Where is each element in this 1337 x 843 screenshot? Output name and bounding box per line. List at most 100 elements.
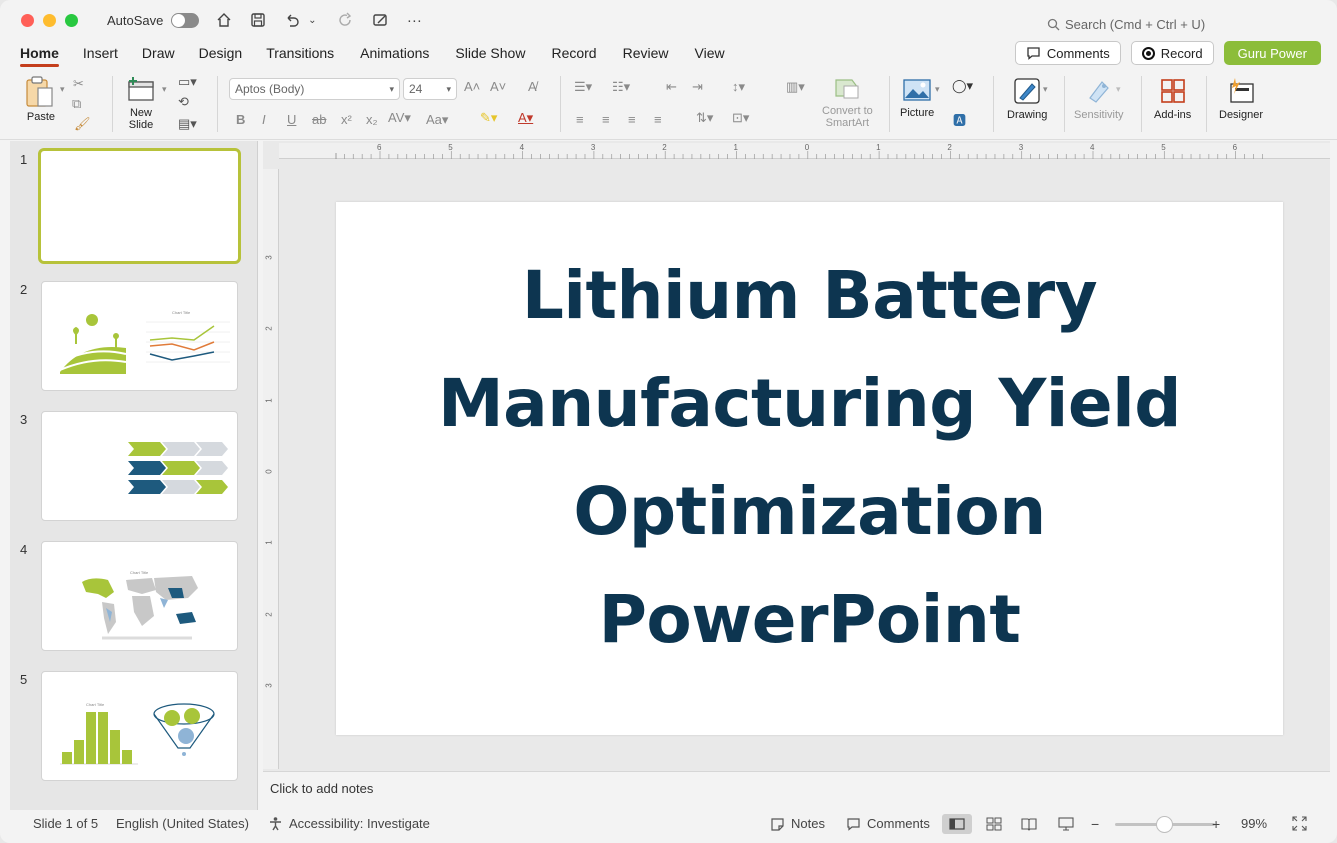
fit-to-window-icon[interactable] xyxy=(1292,816,1307,831)
tab-record[interactable]: Record xyxy=(551,45,596,61)
text-direction-icon[interactable]: ⇅▾ xyxy=(696,110,713,126)
slide-thumbnail-2[interactable]: Chart Title xyxy=(41,281,238,391)
picture-dropdown-icon[interactable]: ▾ xyxy=(935,84,940,95)
close-window-button[interactable] xyxy=(21,13,34,27)
guru-power-button[interactable]: Guru Power xyxy=(1223,41,1321,65)
drawing-dropdown-icon[interactable]: ▾ xyxy=(1043,84,1048,95)
zoom-window-button[interactable] xyxy=(65,13,78,27)
increase-indent-icon[interactable]: ⇥ xyxy=(692,79,703,95)
tab-view[interactable]: View xyxy=(695,45,725,61)
shapes-icon[interactable]: ◯▾ xyxy=(952,78,973,94)
highlight-icon[interactable]: ✎▾ xyxy=(480,110,497,126)
shrink-font-icon[interactable]: A˅ xyxy=(490,79,506,94)
copy-icon[interactable]: ⧉ xyxy=(72,96,81,112)
grow-font-icon[interactable]: A˄ xyxy=(464,79,480,94)
change-case-icon[interactable]: Aa▾ xyxy=(426,112,448,128)
addins-button[interactable]: Add-ins xyxy=(1154,76,1191,121)
decrease-indent-icon[interactable]: ⇤ xyxy=(666,79,677,95)
slide-thumbnail-5[interactable]: Chart Title xyxy=(41,671,238,781)
align-text-icon[interactable]: ⊡▾ xyxy=(732,110,749,126)
accessibility-button[interactable]: Accessibility: Investigate xyxy=(268,816,430,831)
zoom-in-icon[interactable]: + xyxy=(1212,816,1220,832)
notes-pane[interactable]: Click to add notes xyxy=(263,771,1330,809)
title-line: Optimization xyxy=(573,473,1046,550)
tab-review[interactable]: Review xyxy=(623,45,669,61)
bold-icon[interactable]: B xyxy=(236,112,245,127)
slide-thumbnail-4[interactable]: Chart Title xyxy=(41,541,238,651)
notes-icon xyxy=(771,817,784,831)
font-size-select[interactable]: 24 ▾ xyxy=(403,78,457,100)
slide-thumbnail-1[interactable] xyxy=(38,148,241,264)
slide-sorter-button[interactable] xyxy=(979,814,1009,834)
tab-design[interactable]: Design xyxy=(199,45,243,61)
slide-canvas[interactable]: Lithium Battery Manufacturing Yield Opti… xyxy=(336,202,1283,735)
zoom-slider-handle[interactable] xyxy=(1156,816,1173,833)
layout-icon[interactable]: ▭▾ xyxy=(178,74,197,90)
line-spacing-icon[interactable]: ↕▾ xyxy=(732,79,745,95)
subscript-icon[interactable]: x₂ xyxy=(366,112,378,127)
sensitivity-dropdown-icon[interactable]: ▾ xyxy=(1116,84,1121,95)
normal-view-button[interactable] xyxy=(942,814,972,834)
font-name-select[interactable]: Aptos (Body) ▾ xyxy=(229,78,400,100)
paste-dropdown-icon[interactable]: ▾ xyxy=(60,84,65,95)
reading-view-button[interactable] xyxy=(1014,814,1044,834)
vertical-ruler: 3 2 1 0 1 2 3 xyxy=(263,169,279,769)
bullets-icon[interactable]: ☰▾ xyxy=(574,79,592,95)
tab-animations[interactable]: Animations xyxy=(360,45,429,61)
align-center-icon[interactable]: ≡ xyxy=(602,112,610,127)
drawing-button[interactable]: Drawing xyxy=(1007,76,1047,121)
strikethrough-icon[interactable]: ab xyxy=(312,112,326,127)
save-icon[interactable] xyxy=(249,11,267,29)
designer-button[interactable]: Designer xyxy=(1219,76,1263,121)
reset-icon[interactable]: ⟲ xyxy=(178,94,189,110)
minimize-window-button[interactable] xyxy=(43,13,56,27)
justify-icon[interactable]: ≡ xyxy=(654,112,662,127)
align-left-icon[interactable]: ≡ xyxy=(576,112,584,127)
font-color-icon[interactable]: A▾ xyxy=(518,110,533,126)
numbering-icon[interactable]: ☷▾ xyxy=(612,79,630,95)
search-box[interactable]: Search (Cmd + Ctrl + U) xyxy=(1047,17,1205,32)
undo-icon[interactable] xyxy=(283,11,301,29)
slide-thumbnails-pane[interactable]: 1 2 Chart Title 3 4 Chart Title 5 Chart … xyxy=(10,141,258,810)
tab-draw[interactable]: Draw xyxy=(142,45,175,61)
present-icon[interactable] xyxy=(371,11,389,29)
autosave-toggle[interactable] xyxy=(171,12,200,28)
section-icon[interactable]: ▤▾ xyxy=(178,116,197,132)
italic-icon[interactable]: I xyxy=(262,112,266,127)
textbox-icon[interactable]: 🅰 xyxy=(953,110,966,129)
cut-icon[interactable]: ✂ xyxy=(73,76,84,92)
tab-slide-show[interactable]: Slide Show xyxy=(455,45,525,61)
superscript-icon[interactable]: x² xyxy=(341,112,352,127)
format-painter-icon[interactable]: 🖌 xyxy=(74,116,91,132)
comments-button[interactable]: Comments xyxy=(1014,41,1121,65)
more-icon[interactable]: ··· xyxy=(405,11,423,29)
notes-button[interactable]: Notes xyxy=(770,816,825,831)
tab-home[interactable]: Home xyxy=(20,45,59,67)
status-comments-button[interactable]: Comments xyxy=(846,816,930,831)
paste-button[interactable]: Paste xyxy=(24,76,58,123)
zoom-out-icon[interactable]: − xyxy=(1091,816,1099,832)
picture-button[interactable]: Picture xyxy=(900,76,934,119)
new-slide-dropdown-icon[interactable]: ▾ xyxy=(162,84,167,95)
align-right-icon[interactable]: ≡ xyxy=(628,112,636,127)
character-spacing-icon[interactable]: AV▾ xyxy=(388,110,411,126)
record-button[interactable]: Record xyxy=(1130,41,1214,65)
clear-format-icon[interactable]: A̸ xyxy=(528,79,537,94)
convert-smartart-button[interactable]: Convert to SmartArt xyxy=(822,76,873,129)
home-icon[interactable] xyxy=(215,11,233,29)
new-slide-button[interactable]: New Slide xyxy=(126,76,156,131)
slide-thumbnail-3[interactable] xyxy=(41,411,238,521)
sensitivity-button[interactable]: Sensitivity xyxy=(1074,76,1124,121)
underline-icon[interactable]: U xyxy=(287,112,296,127)
tab-transitions[interactable]: Transitions xyxy=(266,45,334,61)
language-indicator[interactable]: English (United States) xyxy=(116,816,249,831)
ribbon-separator xyxy=(560,76,561,132)
slide-title[interactable]: Lithium Battery Manufacturing Yield Opti… xyxy=(336,242,1283,674)
slideshow-view-button[interactable] xyxy=(1051,814,1081,834)
slide-editor[interactable]: 6 5 4 3 2 1 0 1 2 3 4 5 6 3 2 1 0 1 2 3 Lithium Battery Ma… xyxy=(263,141,1330,771)
columns-icon[interactable]: ▥▾ xyxy=(786,79,805,95)
zoom-level[interactable]: 99% xyxy=(1241,816,1267,831)
undo-dropdown-icon[interactable]: ⌄ xyxy=(303,11,321,29)
redo-icon[interactable] xyxy=(337,11,355,29)
tab-insert[interactable]: Insert xyxy=(83,45,118,61)
